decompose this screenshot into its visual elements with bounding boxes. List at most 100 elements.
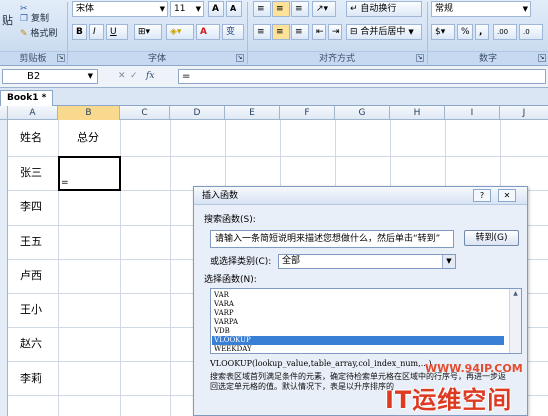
row-header-column[interactable] <box>0 120 8 416</box>
fill-color-button[interactable]: ◈▾ <box>166 24 194 40</box>
function-item-vlookup[interactable]: VLOOKUP <box>212 336 504 345</box>
align-bottom-icon: ≡ <box>295 4 303 14</box>
orientation-icon: ↗▾ <box>316 4 329 14</box>
currency-icon: $▾ <box>435 27 446 37</box>
bold-button[interactable]: B <box>72 24 87 40</box>
column-header-a[interactable]: A <box>8 106 58 120</box>
chevron-down-icon[interactable]: ▼ <box>442 255 455 268</box>
column-header-i[interactable]: I <box>445 106 500 120</box>
name-box[interactable]: B2 ▼ <box>2 69 98 84</box>
cell-a8[interactable]: 李莉 <box>20 372 42 386</box>
wrap-text-button[interactable]: ↵ 自动换行 <box>346 1 422 17</box>
column-header-d[interactable]: D <box>170 106 225 120</box>
borders-icon: ⊞▾ <box>138 27 151 37</box>
goto-button[interactable]: 转到(G) <box>464 230 519 246</box>
font-name-select[interactable]: 宋体 ▼ <box>72 1 168 17</box>
align-right-button[interactable]: ≡ <box>291 24 309 40</box>
font-launcher-icon[interactable]: ↘ <box>236 54 244 62</box>
wrap-text-icon: ↵ <box>350 4 358 14</box>
grow-font-button[interactable]: A <box>208 1 224 17</box>
font-color-button[interactable]: A <box>196 24 220 40</box>
name-box-value: B2 <box>27 71 41 82</box>
align-bottom-button[interactable]: ≡ <box>291 1 309 17</box>
merge-center-button[interactable]: ⊟ 合并后居中 ▼ <box>346 24 422 40</box>
enter-icon[interactable]: ✓ <box>130 69 138 83</box>
cell-b2[interactable]: = <box>61 176 69 190</box>
format-painter-button[interactable]: ✎ 格式刷 <box>20 27 57 41</box>
function-list[interactable]: VAR VARA VARP VARPA VDB VLOOKUP WEEKDAY … <box>210 288 522 354</box>
clipboard-launcher-icon[interactable]: ↘ <box>57 54 65 62</box>
increase-indent-button[interactable]: ⇥ <box>328 24 342 40</box>
watermark-logo-text: IT运维空间 <box>385 386 513 414</box>
ribbon: 贴 ✂ ❐ 复制 ✎ 格式刷 剪贴板 ↘ 宋体 ▼ 11 ▼ A A B I U… <box>0 0 548 66</box>
increase-indent-icon: ⇥ <box>332 27 340 37</box>
workbook-tab-bar: Book1 * <box>0 88 548 106</box>
function-item-varp[interactable]: VARP <box>212 309 504 318</box>
orientation-button[interactable]: ↗▾ <box>312 1 336 17</box>
watermark-url: WWW.94IP.COM <box>425 362 523 375</box>
cell-a7[interactable]: 赵六 <box>20 337 42 351</box>
column-header-f[interactable]: F <box>280 106 335 120</box>
align-left-button[interactable]: ≡ <box>253 24 271 40</box>
decrease-decimal-button[interactable]: .0 <box>519 24 543 40</box>
font-size-value: 11 <box>174 4 186 14</box>
font-group-label: 字体 <box>68 51 246 65</box>
cell-a1[interactable]: 姓名 <box>20 131 42 145</box>
cell-a5[interactable]: 卢西 <box>20 269 42 283</box>
underline-button[interactable]: U <box>106 24 128 40</box>
column-header-j[interactable]: J <box>500 106 548 120</box>
column-header-b[interactable]: B <box>58 106 120 120</box>
cell-a2[interactable]: 张三 <box>20 166 42 180</box>
phonetic-button[interactable]: 变 <box>222 24 244 40</box>
font-color-icon: A <box>200 27 207 37</box>
alignment-launcher-icon[interactable]: ↘ <box>416 54 424 62</box>
number-launcher-icon[interactable]: ↘ <box>538 54 546 62</box>
insert-function-icon[interactable]: fx <box>146 69 154 83</box>
function-item-weekday[interactable]: WEEKDAY <box>212 345 504 353</box>
borders-button[interactable]: ⊞▾ <box>134 24 162 40</box>
shrink-font-button[interactable]: A <box>226 1 242 17</box>
scroll-up-icon[interactable]: ▲ <box>510 289 521 299</box>
currency-button[interactable]: $▾ <box>431 24 455 40</box>
increase-decimal-icon: .00 <box>497 28 509 36</box>
decrease-indent-button[interactable]: ⇤ <box>312 24 326 40</box>
cell-a6[interactable]: 王小 <box>20 303 42 317</box>
number-format-value: 常规 <box>435 4 454 14</box>
align-top-button[interactable]: ≡ <box>253 1 271 17</box>
chevron-down-icon: ▼ <box>159 5 165 13</box>
align-middle-icon: ≡ <box>276 4 284 14</box>
close-button[interactable]: ✕ <box>498 189 516 202</box>
select-all-corner[interactable] <box>0 106 8 120</box>
bold-icon: B <box>76 27 83 37</box>
percent-button[interactable]: % <box>457 24 473 40</box>
column-header-g[interactable]: G <box>335 106 390 120</box>
paste-button[interactable]: 贴 <box>2 14 13 28</box>
function-syntax: VLOOKUP(lookup_value,table_array,col_ind… <box>210 359 432 368</box>
help-button[interactable]: ? <box>473 189 491 202</box>
function-search-input[interactable]: 请输入一条简短说明来描述您想做什么，然后单击“转到” <box>210 230 454 248</box>
cancel-icon[interactable]: ✕ <box>118 69 126 83</box>
column-header-c[interactable]: C <box>120 106 170 120</box>
column-header-h[interactable]: H <box>390 106 445 120</box>
function-item-var[interactable]: VAR <box>212 291 504 300</box>
formula-input[interactable]: = <box>178 69 546 84</box>
function-list-scrollbar[interactable]: ▲ <box>509 289 521 353</box>
font-size-select[interactable]: 11 ▼ <box>170 1 204 17</box>
comma-button[interactable]: , <box>475 24 489 40</box>
function-item-varpa[interactable]: VARPA <box>212 318 504 327</box>
workbook-tab[interactable]: Book1 * <box>0 90 54 106</box>
cell-a4[interactable]: 王五 <box>20 235 42 249</box>
italic-button[interactable]: I <box>89 24 104 40</box>
cell-a3[interactable]: 李四 <box>20 200 42 214</box>
column-header-e[interactable]: E <box>225 106 280 120</box>
category-select[interactable]: 全部 ▼ <box>278 254 456 269</box>
number-format-select[interactable]: 常规 ▼ <box>431 1 531 17</box>
increase-decimal-button[interactable]: .00 <box>493 24 517 40</box>
align-center-button[interactable]: ≡ <box>272 24 290 40</box>
function-item-vara[interactable]: VARA <box>212 300 504 309</box>
function-item-vdb[interactable]: VDB <box>212 327 504 336</box>
align-middle-button[interactable]: ≡ <box>272 1 290 17</box>
cell-b1[interactable]: 总分 <box>77 131 99 145</box>
copy-button[interactable]: ❐ 复制 <box>20 12 49 26</box>
function-list-label: 选择函数(N): <box>204 275 257 285</box>
